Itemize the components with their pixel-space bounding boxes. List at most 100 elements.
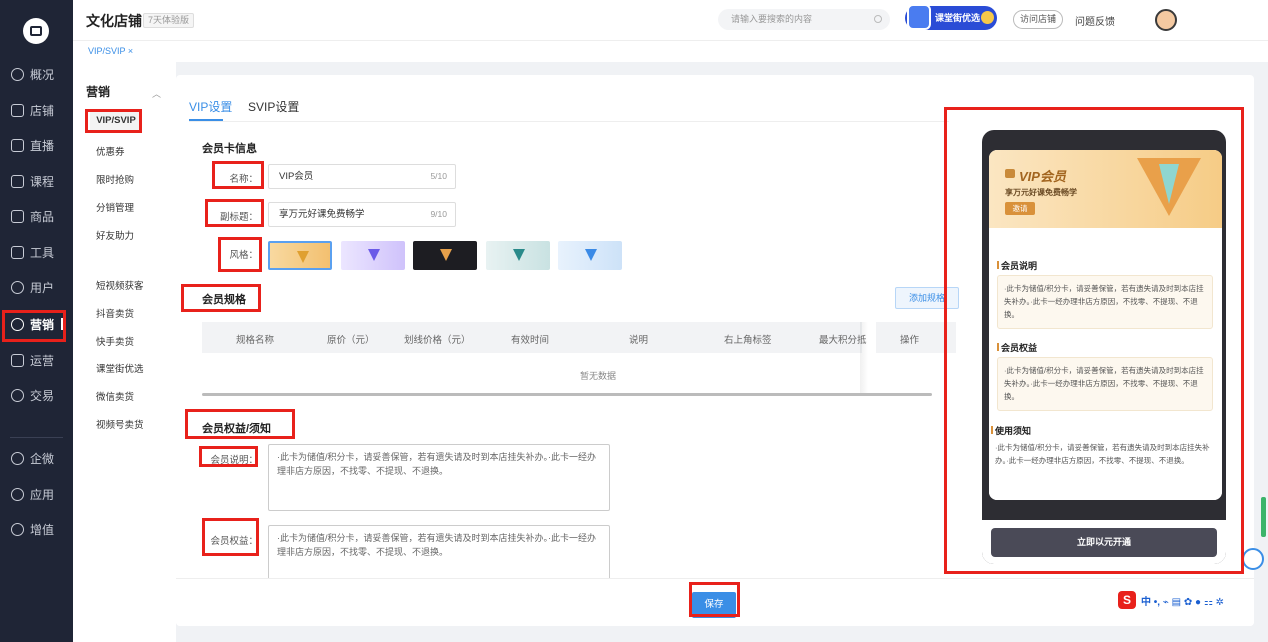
promo-button[interactable]: 课堂街优选 — [905, 4, 997, 30]
table-header: 划线价格（元） — [404, 335, 471, 346]
nav-users[interactable]: 用户 — [0, 272, 73, 302]
tab-divider — [189, 121, 949, 122]
table-header: 原价（元） — [327, 335, 375, 346]
rights-label: 会员权益： — [210, 536, 258, 547]
table-header: 说明 — [629, 335, 649, 346]
name-field[interactable]: VIP会员 5/10 — [268, 164, 456, 189]
add-spec-button[interactable]: 添加规格 — [895, 287, 959, 309]
preview-notice-text: ·此卡为储值/积分卡，请妥善保管，若有遗失请及时到本店挂失补办。·此卡一经办理非… — [995, 443, 1210, 465]
avatar[interactable] — [1155, 9, 1177, 31]
subtitle-count: 9/10 — [430, 209, 447, 219]
nav-course[interactable]: 课程 — [0, 166, 73, 196]
chevron-up-icon[interactable]: ︿ — [152, 87, 161, 100]
submenu-item-friend-help[interactable]: 好友助力 — [96, 228, 134, 242]
submenu-item-coupon[interactable]: 优惠券 — [96, 144, 125, 158]
page-tabstrip: VIP/SVIP × — [73, 40, 1268, 62]
clock-icon — [11, 67, 24, 81]
spec-title: 会员规格 — [202, 294, 246, 306]
tab-svip-settings[interactable]: SVIP设置 — [248, 98, 299, 115]
nav-wecom[interactable]: 企微 — [0, 443, 73, 473]
desc-label: 会员说明： — [210, 455, 258, 466]
nav-trade[interactable]: 交易 — [0, 380, 73, 410]
search-input[interactable]: 请输入要搜索的内容 — [718, 9, 890, 30]
wecom-icon — [11, 451, 24, 465]
nav-addons[interactable]: 增值 — [0, 514, 73, 544]
card-info-title: 会员卡信息 — [202, 143, 257, 155]
nav-store[interactable]: 店铺 — [0, 95, 73, 125]
open-membership-button: 立即以元开通 — [991, 528, 1217, 557]
nav-apps[interactable]: 应用 — [0, 479, 73, 509]
submenu-item-flash-sale[interactable]: 限时抢购 — [96, 172, 134, 186]
feedback-link[interactable]: 问题反馈 — [1075, 13, 1115, 28]
nav-operations[interactable]: 运营 — [0, 345, 73, 375]
card-title: VIP会员 — [1019, 169, 1066, 184]
desc-textarea[interactable]: ·此卡为储值/积分卡，请妥善保管，若有遗失请及时到本店挂失补办。·此卡一经办理非… — [268, 444, 610, 511]
nav-live[interactable]: 直播 — [0, 130, 73, 160]
style-swatch-black[interactable] — [413, 241, 477, 270]
tab-vip-settings[interactable]: VIP设置 — [189, 98, 232, 115]
submenu-item-douyin[interactable]: 抖音卖货 — [96, 306, 134, 320]
store-icon — [11, 103, 24, 117]
sidebar-divider — [10, 437, 63, 438]
side-scroll-indicator[interactable] — [1261, 497, 1266, 537]
name-label: 名称： — [229, 174, 258, 185]
spec-table-header: 规格名称 原价（元） 划线价格（元） 有效时间 说明 右上角标签 最大积分抵 — [202, 322, 867, 353]
exchange-icon — [11, 388, 24, 402]
submenu-item-channels[interactable]: 视频号卖货 — [96, 417, 144, 431]
submenu-item-distribution[interactable]: 分销管理 — [96, 200, 134, 214]
sogou-icon: S — [1118, 591, 1136, 609]
book-icon — [11, 174, 24, 188]
style-label: 风格： — [229, 250, 258, 261]
submenu-title: 营销 — [86, 85, 111, 99]
gift-icon — [981, 11, 994, 24]
subtitle-field[interactable]: 享万元好课免费畅学 9/10 — [268, 202, 456, 227]
rights-textarea[interactable]: ·此卡为储值/积分卡，请妥善保管，若有遗失请及时到本店挂失补办。·此卡一经办理非… — [268, 525, 610, 585]
app-root: 概况 店铺 直播 课程 商品 工具 用户 营销 运营 交易 企微 应用 增值 文… — [0, 0, 1268, 642]
style-swatch-gold[interactable] — [268, 241, 332, 270]
nav-tools[interactable]: 工具 — [0, 237, 73, 267]
preview-rights-box: ·此卡为储值/积分卡，请妥善保管，若有遗失请及时到本店挂失补办。·此卡一经办理非… — [997, 357, 1213, 411]
ime-toolbar[interactable]: S中 •, ⌁ ▤ ✿ ● ⚏ ✲ — [1118, 589, 1268, 611]
table-header: 规格名称 — [236, 335, 275, 346]
nav-goods[interactable]: 商品 — [0, 201, 73, 231]
trial-badge: 7天体验版 — [143, 13, 195, 28]
submenu-item-short-video[interactable]: 短视频获客 — [96, 278, 144, 292]
assistant-icon[interactable] — [1242, 548, 1264, 570]
tab-vip-svip[interactable]: VIP/SVIP × — [88, 46, 133, 56]
preview-desc-heading: 会员说明 — [996, 261, 1038, 271]
style-swatch-teal[interactable] — [486, 241, 550, 270]
visit-store-button[interactable]: 访问店铺 — [1013, 10, 1063, 29]
toolbox-icon — [11, 245, 24, 259]
save-bar: 保存 — [176, 578, 1254, 626]
preview-footer: 立即以元开通 — [982, 520, 1226, 564]
cube-icon — [907, 4, 931, 30]
search-icon[interactable] — [874, 15, 882, 23]
preview-rights-heading: 会员权益 — [996, 343, 1038, 353]
app-logo[interactable] — [23, 18, 49, 44]
nav-overview[interactable]: 概况 — [0, 59, 73, 89]
subtitle-label: 副标题： — [219, 212, 258, 223]
rights-title: 会员权益/须知 — [202, 423, 272, 435]
submenu-item-wechat[interactable]: 微信卖货 — [96, 389, 134, 403]
table-header: 操作 — [900, 335, 920, 346]
submenu-item-kuaishou[interactable]: 快手卖货 — [96, 334, 134, 348]
submenu-item-ketangjie[interactable]: 课堂街优选 — [96, 361, 144, 375]
monitor-icon — [11, 353, 24, 367]
table-header: 右上角标签 — [724, 335, 772, 346]
main-sidebar: 概况 店铺 直播 课程 商品 工具 用户 营销 运营 交易 企微 应用 增值 — [0, 0, 73, 642]
vip-card: VIP会员 享万元好课免费畅学 邀请 — [989, 150, 1222, 228]
submenu-item-vip[interactable]: VIP/SVIP — [90, 111, 142, 131]
video-icon — [11, 138, 24, 152]
top-header: 文化店铺 7天体验版 请输入要搜索的内容 课堂街优选 访问店铺 问题反馈 — [73, 0, 1268, 40]
table-scrollbar[interactable] — [202, 393, 932, 396]
nav-marketing[interactable]: 营销 — [0, 309, 73, 339]
style-swatch-blue[interactable] — [558, 241, 622, 270]
preview-screen: VIP会员 享万元好课免费畅学 邀请 会员说明 ·此卡为储值/积分卡，请妥善保管… — [989, 150, 1222, 500]
user-icon — [11, 280, 24, 294]
name-count: 5/10 — [430, 171, 447, 181]
style-swatch-purple[interactable] — [341, 241, 405, 270]
mobile-preview: VIP会员 享万元好课免费畅学 邀请 会员说明 ·此卡为储值/积分卡，请妥善保管… — [982, 130, 1226, 564]
crown-icon — [1005, 169, 1015, 178]
table-header: 有效时间 — [511, 335, 550, 346]
save-button[interactable]: 保存 — [692, 592, 736, 618]
